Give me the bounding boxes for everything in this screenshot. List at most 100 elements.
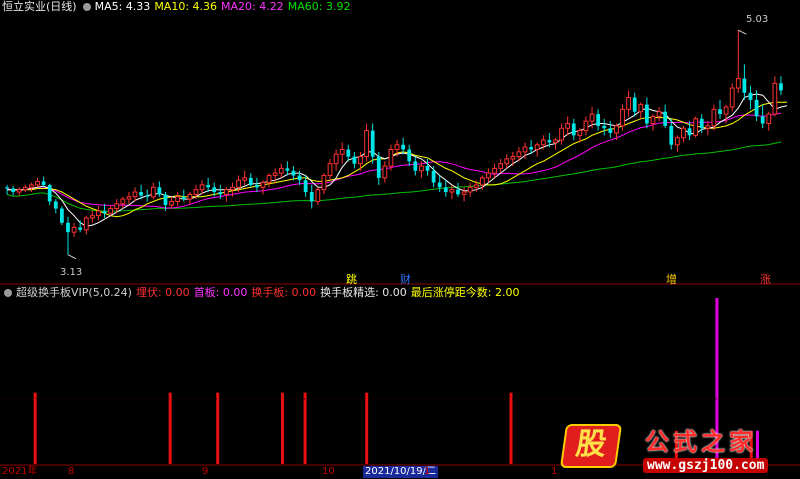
indicator-dot-icon[interactable]: [4, 288, 12, 297]
signal-bar-red[interactable]: [280, 392, 284, 464]
candle[interactable]: [169, 196, 174, 209]
candle[interactable]: [742, 64, 747, 100]
candle[interactable]: [583, 116, 589, 136]
candle[interactable]: [35, 177, 40, 188]
candle[interactable]: [645, 97, 649, 129]
candle[interactable]: [370, 123, 375, 164]
candle-body-down: [529, 147, 533, 150]
candle[interactable]: [559, 123, 564, 145]
stock-chart[interactable]: [0, 0, 800, 479]
candle[interactable]: [321, 173, 327, 195]
candle[interactable]: [181, 189, 186, 202]
signal-bar-red[interactable]: [303, 392, 307, 464]
candle[interactable]: [71, 222, 77, 237]
candle[interactable]: [766, 111, 772, 131]
indicator-name[interactable]: 超级换手板VIP(5,0.24): [16, 286, 132, 299]
candle[interactable]: [425, 158, 430, 176]
candle[interactable]: [656, 106, 662, 122]
candle[interactable]: [83, 215, 89, 235]
candle[interactable]: [346, 144, 351, 162]
candle[interactable]: [376, 151, 381, 185]
signal-bar-red[interactable]: [509, 392, 513, 464]
candle[interactable]: [333, 149, 339, 171]
candle[interactable]: [11, 186, 16, 196]
candle[interactable]: [278, 163, 284, 178]
candle[interactable]: [711, 104, 717, 131]
candle[interactable]: [437, 175, 442, 193]
candle[interactable]: [705, 121, 711, 136]
candle[interactable]: [779, 76, 783, 96]
candle[interactable]: [772, 76, 778, 117]
signal-bar-red[interactable]: [33, 392, 37, 464]
candle[interactable]: [693, 116, 699, 138]
candle[interactable]: [78, 220, 83, 233]
candle[interactable]: [492, 163, 497, 178]
candle[interactable]: [260, 180, 266, 195]
signal-bar-red[interactable]: [365, 392, 369, 464]
candle[interactable]: [248, 173, 253, 188]
candle[interactable]: [413, 156, 418, 176]
candle[interactable]: [224, 187, 229, 202]
candle[interactable]: [626, 90, 631, 117]
candle[interactable]: [596, 109, 601, 131]
candle[interactable]: [108, 205, 114, 216]
candle[interactable]: [150, 182, 156, 200]
candle[interactable]: [407, 144, 412, 167]
candle[interactable]: [754, 90, 759, 122]
candle[interactable]: [443, 180, 448, 197]
candle[interactable]: [729, 83, 735, 112]
candle[interactable]: [669, 118, 674, 150]
candle[interactable]: [16, 187, 22, 196]
candle[interactable]: [461, 187, 467, 202]
candle[interactable]: [663, 104, 668, 129]
signal-bar-red[interactable]: [216, 392, 220, 464]
candle[interactable]: [187, 192, 193, 206]
candle[interactable]: [674, 135, 680, 152]
candle[interactable]: [638, 102, 644, 119]
candle[interactable]: [382, 161, 388, 183]
candle[interactable]: [510, 151, 516, 167]
candle[interactable]: [352, 151, 357, 169]
candle[interactable]: [126, 192, 132, 204]
candle[interactable]: [315, 187, 321, 206]
candle[interactable]: [456, 182, 460, 197]
candle[interactable]: [22, 184, 28, 193]
candle[interactable]: [175, 192, 181, 207]
candle[interactable]: [266, 173, 272, 188]
candle[interactable]: [467, 182, 473, 197]
candlestick-series[interactable]: [5, 29, 783, 260]
candle[interactable]: [242, 170, 248, 185]
candle[interactable]: [291, 166, 296, 181]
candle[interactable]: [608, 121, 613, 138]
candle[interactable]: [120, 196, 126, 209]
candle[interactable]: [255, 177, 259, 193]
candle[interactable]: [41, 176, 46, 188]
candle[interactable]: [650, 114, 656, 131]
candle[interactable]: [498, 158, 504, 174]
candle[interactable]: [534, 142, 540, 157]
stock-title[interactable]: 恒立实业(日线): [2, 0, 77, 13]
candle[interactable]: [102, 203, 107, 219]
candle[interactable]: [66, 216, 70, 255]
candle[interactable]: [96, 206, 101, 221]
candle[interactable]: [486, 168, 491, 183]
candle[interactable]: [504, 154, 510, 169]
candle[interactable]: [735, 30, 741, 93]
candle[interactable]: [285, 161, 290, 176]
signal-bar-red[interactable]: [168, 392, 172, 464]
candle[interactable]: [206, 177, 211, 193]
candle[interactable]: [602, 118, 607, 136]
candle[interactable]: [748, 85, 753, 110]
candle[interactable]: [89, 210, 95, 223]
candle[interactable]: [760, 104, 765, 129]
candle[interactable]: [571, 118, 576, 141]
candle[interactable]: [364, 123, 369, 162]
candle[interactable]: [60, 206, 64, 226]
candle[interactable]: [565, 116, 571, 136]
candle[interactable]: [53, 199, 58, 214]
candle[interactable]: [309, 184, 314, 209]
candle[interactable]: [718, 99, 722, 119]
candle[interactable]: [47, 183, 52, 206]
settings-dot-icon[interactable]: [82, 2, 91, 11]
candle[interactable]: [339, 142, 345, 164]
